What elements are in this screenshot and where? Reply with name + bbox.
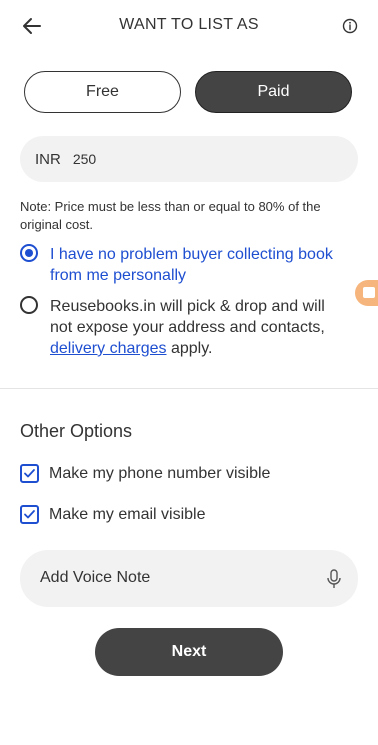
price-input[interactable]: INR 250 [20, 136, 358, 182]
phone-visible-label[interactable]: Make my phone number visible [49, 465, 270, 483]
option2-suffix: apply. [166, 340, 213, 357]
other-options-title: Other Options [20, 421, 133, 441]
email-visible-checkbox[interactable] [20, 505, 39, 524]
page-title: WANT TO LIST AS [119, 16, 259, 33]
divider [0, 388, 378, 389]
check-icon [24, 469, 35, 478]
free-button[interactable]: Free [24, 71, 181, 113]
currency-label: INR [35, 150, 61, 168]
next-button[interactable]: Next [95, 628, 283, 676]
info-icon[interactable] [340, 16, 360, 36]
delivery-charges-link[interactable]: delivery charges [50, 340, 167, 357]
price-note: Note: Price must be less than or equal t… [20, 199, 321, 232]
paid-button[interactable]: Paid [195, 71, 352, 113]
voice-note-label: Add Voice Note [40, 569, 151, 586]
option-reusebooks-delivery-label[interactable]: Reusebooks.in will pick & drop and will … [50, 296, 350, 359]
phone-visible-checkbox[interactable] [20, 464, 39, 483]
chat-icon [363, 287, 375, 298]
voice-note-field[interactable]: Add Voice Note [20, 550, 358, 607]
option2-text: Reusebooks.in will pick & drop and will … [50, 298, 325, 336]
price-value[interactable]: 250 [73, 151, 96, 167]
option-self-pickup-label[interactable]: I have no problem buyer collecting book … [50, 244, 350, 286]
radio-self-pickup[interactable] [20, 244, 38, 262]
floating-chat-tab[interactable] [355, 280, 378, 306]
email-visible-label[interactable]: Make my email visible [49, 506, 205, 524]
check-icon [24, 510, 35, 519]
radio-reusebooks-delivery[interactable] [20, 296, 38, 314]
microphone-icon[interactable] [325, 568, 343, 590]
